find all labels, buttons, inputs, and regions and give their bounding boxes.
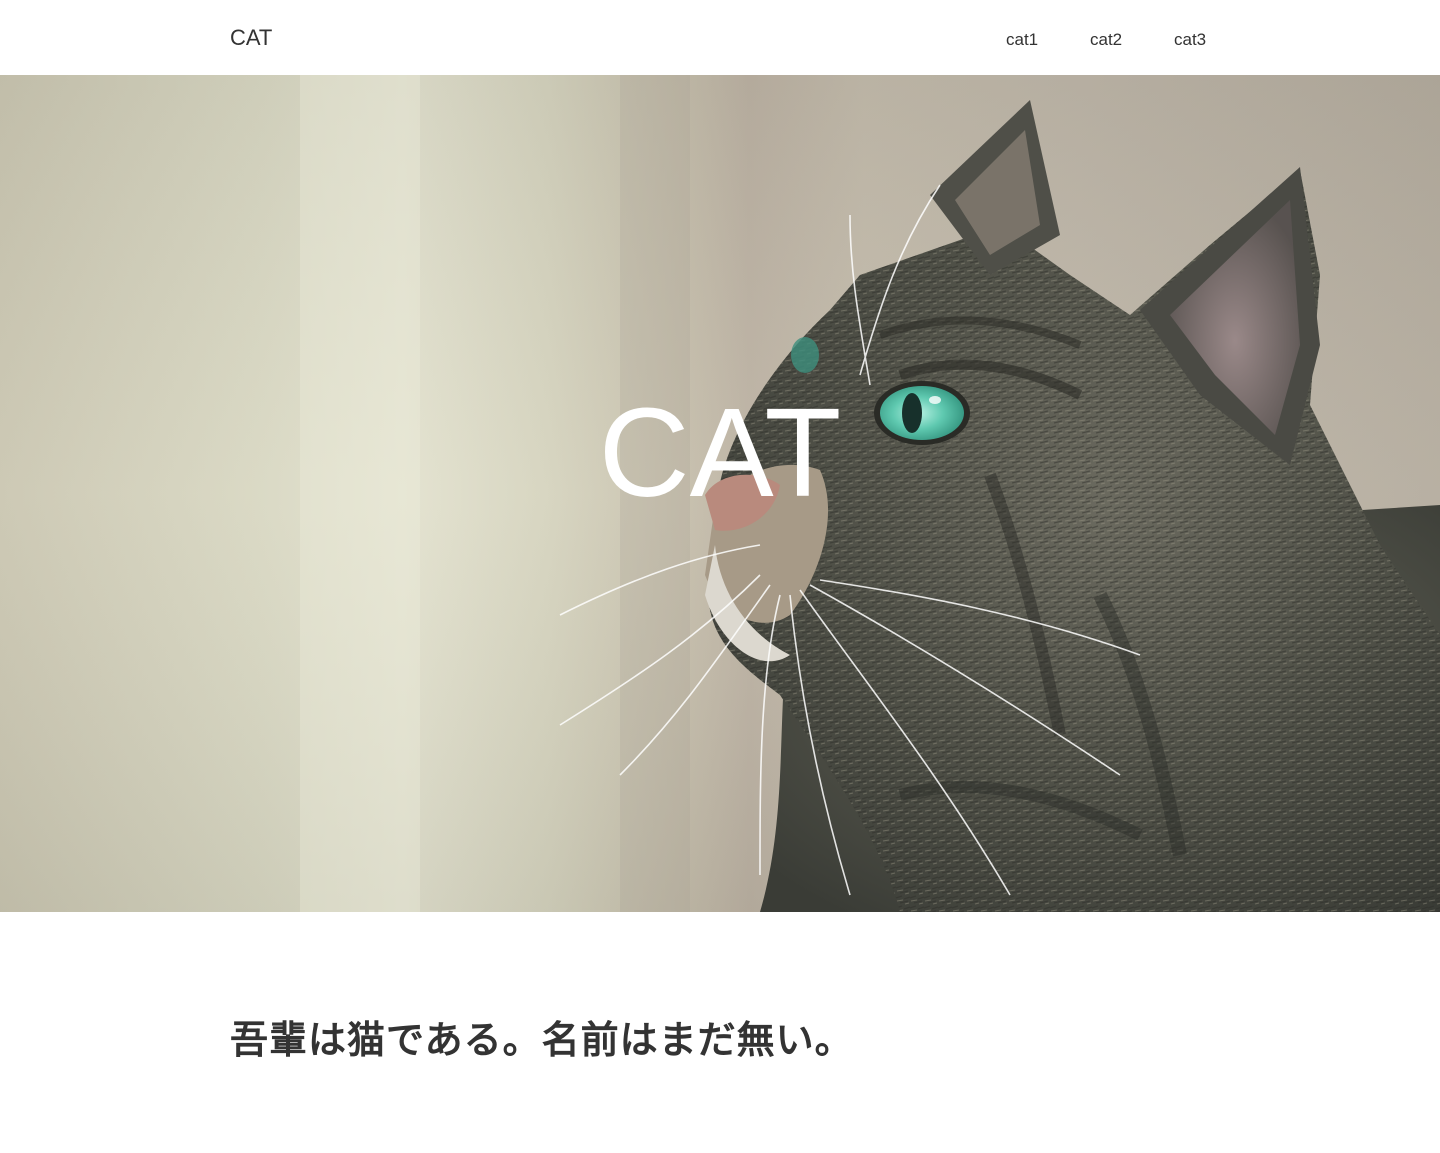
main-nav: cat1 cat2 cat3: [1006, 29, 1211, 53]
site-logo-link[interactable]: CAT: [230, 24, 272, 52]
hero-section: CAT: [0, 75, 1440, 912]
site-header: CAT cat1 cat2 cat3: [0, 0, 1440, 75]
hero-title: CAT: [598, 382, 842, 523]
nav-link-cat2[interactable]: cat2: [1090, 29, 1122, 51]
lead-text: 吾輩は猫である。名前はまだ無い。: [230, 1018, 854, 1062]
nav-link-cat1[interactable]: cat1: [1006, 29, 1038, 51]
nav-link-cat3[interactable]: cat3: [1174, 29, 1206, 51]
main-content: 吾輩は猫である。名前はまだ無い。: [0, 912, 1440, 1153]
